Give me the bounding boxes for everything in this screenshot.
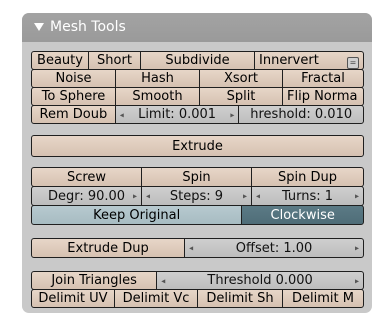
extrude-button[interactable]: Extrude: [31, 135, 364, 157]
delimit-uv-toggle[interactable]: Delimit UV: [31, 289, 115, 308]
keep-original-toggle[interactable]: Keep Original: [31, 205, 243, 225]
steps-field[interactable]: ◂ Steps: 9 ▸: [141, 186, 252, 206]
join-threshold-value: Threshold 0.000: [207, 273, 313, 288]
extrude-dup-button[interactable]: Extrude Dup: [31, 238, 186, 258]
degr-value: Degr: 90.00: [47, 188, 126, 204]
smooth-button[interactable]: Smooth: [115, 87, 200, 106]
offset-field[interactable]: ◂ Offset: 1.00 ▸: [184, 238, 364, 258]
decrement-arrow-icon[interactable]: ◂: [161, 276, 165, 285]
join-threshold-field[interactable]: ◂ Threshold 0.000 ▸: [156, 271, 364, 290]
increment-arrow-icon[interactable]: ▸: [355, 276, 359, 285]
xsort-button[interactable]: Xsort: [199, 69, 283, 88]
decrement-arrow-icon[interactable]: ◂: [120, 110, 124, 119]
delimit-m-toggle[interactable]: Delimit M: [282, 289, 364, 308]
panel-title: Mesh Tools: [50, 19, 126, 35]
fractal-button[interactable]: Fractal: [282, 69, 364, 88]
offset-value: Offset: 1.00: [235, 240, 313, 256]
to-sphere-button[interactable]: To Sphere: [31, 87, 116, 106]
delimit-sh-toggle[interactable]: Delimit Sh: [197, 289, 283, 308]
rem-doubles-button[interactable]: Rem Doub: [31, 105, 116, 124]
hash-button[interactable]: Hash: [115, 69, 200, 88]
flip-normals-button[interactable]: Flip Norma: [282, 87, 364, 106]
clockwise-toggle[interactable]: Clockwise: [241, 205, 364, 225]
increment-arrow-icon[interactable]: ▸: [133, 192, 137, 201]
increment-arrow-icon[interactable]: ▸: [355, 244, 359, 253]
steps-value: Steps: 9: [169, 188, 224, 204]
screw-button[interactable]: Screw: [31, 167, 142, 187]
beauty-button[interactable]: Beauty: [31, 51, 89, 70]
innervert-label: Innervert: [259, 53, 319, 68]
turns-field[interactable]: ◂ Turns: 1 ▸: [251, 186, 364, 206]
mesh-tools-panel: Mesh Tools Beauty Short Subdivide Innerv…: [22, 13, 372, 313]
threshold-field[interactable]: hreshold: 0.010: [238, 105, 364, 124]
spin-dup-button[interactable]: Spin Dup: [251, 167, 364, 187]
collapse-triangle-icon[interactable]: [34, 23, 44, 31]
panel-header[interactable]: Mesh Tools: [22, 13, 372, 42]
limit-value: Limit: 0.001: [138, 107, 217, 122]
increment-arrow-icon[interactable]: ▸: [243, 192, 247, 201]
limit-field[interactable]: ◂ Limit: 0.001 ▸: [114, 105, 240, 124]
decrement-arrow-icon[interactable]: ◂: [146, 192, 150, 201]
subdivide-button[interactable]: Subdivide: [140, 51, 255, 70]
decrement-arrow-icon[interactable]: ◂: [189, 244, 193, 253]
increment-arrow-icon[interactable]: ▸: [355, 192, 359, 201]
increment-arrow-icon[interactable]: ▸: [230, 110, 234, 119]
noise-button[interactable]: Noise: [31, 69, 116, 88]
join-triangles-button[interactable]: Join Triangles: [31, 271, 158, 290]
innervert-menu[interactable]: Innervert =: [254, 51, 364, 70]
threshold-value: hreshold: 0.010: [250, 107, 353, 122]
spin-button[interactable]: Spin: [141, 167, 252, 187]
turns-value: Turns: 1: [281, 188, 334, 204]
short-button[interactable]: Short: [88, 51, 141, 70]
split-button[interactable]: Split: [199, 87, 283, 106]
degr-field[interactable]: Degr: 90.00 ▸: [31, 186, 142, 206]
menu-selector-icon: =: [347, 57, 359, 69]
delimit-vc-toggle[interactable]: Delimit Vc: [114, 289, 198, 308]
decrement-arrow-icon[interactable]: ◂: [256, 192, 260, 201]
